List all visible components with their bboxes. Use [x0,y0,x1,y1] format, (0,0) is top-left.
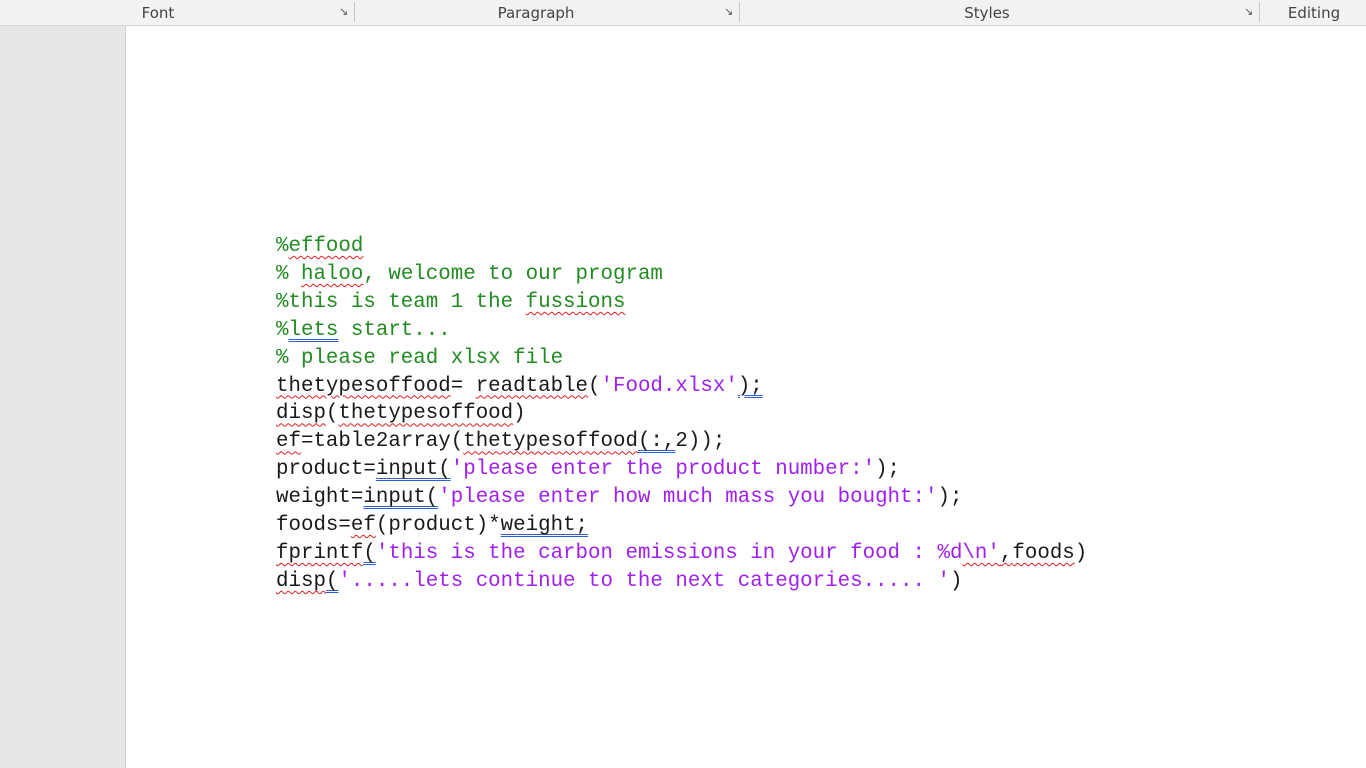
code-text: ef [350,514,376,538]
code-text: ( [325,569,339,593]
code-line[interactable]: disp('.....lets continue to the next cat… [276,568,1087,596]
string-literal: 'Food.xlsx' [600,374,738,398]
comment-text: fussions [525,290,626,314]
ribbon-group-labels: Font ↘ Paragraph ↘ Styles ↘ Editing [0,0,1366,26]
code-line[interactable]: foods=ef(product)*weight; [276,512,1087,540]
string-literal: \n' [962,541,1000,565]
code-text: = [450,374,476,398]
code-text: disp [276,402,326,426]
ribbon-separator [1259,2,1260,22]
string-literal: 'this is the carbon emissions in your fo… [375,541,963,565]
paragraph-dialog-launcher-icon[interactable]: ↘ [724,6,735,17]
ribbon-group-font: Font [141,4,175,22]
code-text: (product)* [375,514,501,538]
code-text: ); [737,374,763,398]
code-text: weight; [500,514,589,538]
code-line[interactable]: %effood [276,233,1087,261]
code-text: ( [363,541,376,565]
comment-text: % [276,318,289,342]
code-text: weight= [276,486,364,510]
code-text: thetypesoffood [463,430,638,454]
code-text: , [999,541,1013,565]
comment-text: start... [338,318,451,342]
document-margin-area [0,26,126,768]
code-text: (:, [637,430,676,454]
code-text: disp [276,569,326,593]
code-text: ) [1074,541,1088,565]
ribbon-separator [354,2,355,22]
code-line[interactable]: fprintf('this is the carbon emissions in… [276,540,1087,568]
code-line[interactable]: %lets start... [276,317,1087,345]
code-text: foods= [276,514,351,538]
code-line[interactable]: weight=input('please enter how much mass… [276,484,1087,512]
code-text: readtable [475,374,589,398]
string-literal: '.....lets continue to the next categori… [338,569,950,593]
code-line[interactable]: % please read xlsx file [276,345,1087,373]
comment-text: , welcome to our program [363,262,663,286]
ribbon-separator [739,2,740,22]
comment-text: lets [288,318,339,342]
styles-dialog-launcher-icon[interactable]: ↘ [1244,6,1255,17]
string-literal: 'please enter how much mass you bought:' [438,486,938,510]
string-literal: 'please enter the product number:' [450,458,876,482]
code-text: =table2array( [300,430,464,454]
code-text: ); [875,458,901,482]
code-line[interactable]: ef=table2array(thetypesoffood(:,2)); [276,428,1087,456]
code-line[interactable]: product=input('please enter the product … [276,456,1087,484]
comment-text: % please read xlsx file [276,346,564,370]
code-text: foods [1012,541,1075,565]
ribbon-group-styles: Styles [964,4,1010,22]
code-text: input( [363,486,439,510]
comment-text: haloo [300,262,364,286]
code-text: ) [513,402,526,426]
comment-text: effood [288,235,364,258]
code-line[interactable]: %this is team 1 the fussions [276,289,1087,317]
code-text: ) [949,569,963,593]
comment-text: % [276,262,301,286]
document-text[interactable]: %effood% haloo, welcome to our program %t… [276,233,1087,596]
code-text: fprintf [276,541,364,565]
font-dialog-launcher-icon[interactable]: ↘ [339,6,350,17]
code-line[interactable]: disp(thetypesoffood) [276,400,1087,428]
comment-text: %this is team 1 the [276,290,526,314]
code-line[interactable]: thetypesoffood= readtable('Food.xlsx'); [276,373,1087,401]
code-text: ef [276,430,301,454]
code-text: thetypesoffood [276,374,451,398]
comment-text: % [276,235,289,258]
code-text: 2)); [675,430,726,454]
code-text: thetypesoffood [338,402,514,426]
code-text: ( [325,402,339,426]
code-line[interactable]: % haloo, welcome to our program [276,261,1087,289]
code-text: input( [375,458,451,482]
code-text: product= [276,458,376,482]
code-text: ); [937,486,963,510]
ribbon-group-editing: Editing [1287,4,1341,22]
code-text: ( [588,374,601,398]
ribbon-group-paragraph: Paragraph [497,4,575,22]
